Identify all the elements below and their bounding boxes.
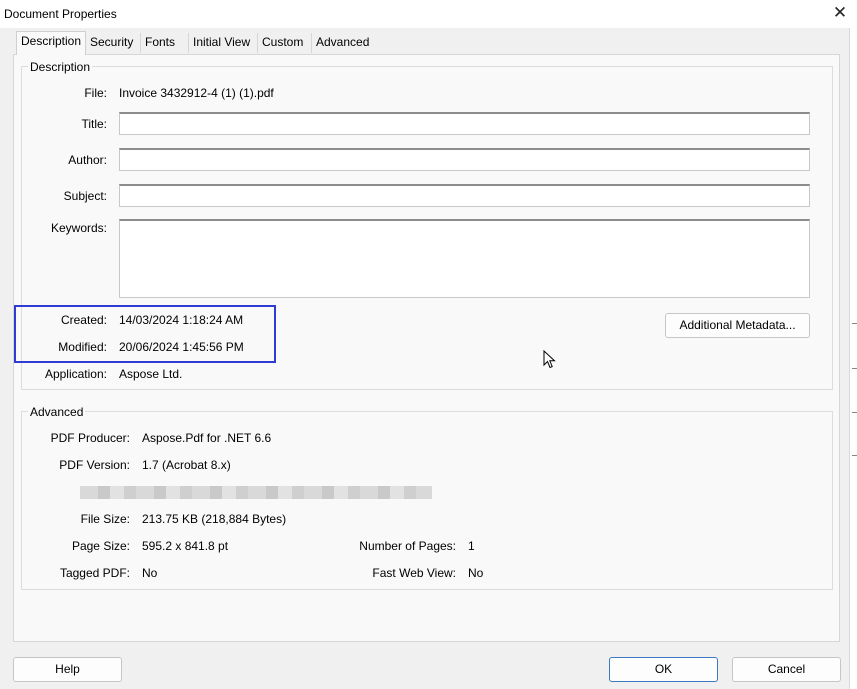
file-size-label: File Size: bbox=[80, 512, 130, 526]
background-window-edge bbox=[849, 28, 857, 689]
keywords-field[interactable] bbox=[119, 219, 810, 298]
fast-web-view-label: Fast Web View: bbox=[372, 566, 456, 580]
tab-advanced[interactable]: Advanced bbox=[312, 33, 374, 53]
cancel-button[interactable]: Cancel bbox=[732, 657, 841, 682]
help-button[interactable]: Help bbox=[13, 657, 122, 682]
subject-label: Subject: bbox=[63, 189, 107, 203]
page-size-label: Page Size: bbox=[71, 539, 130, 553]
close-icon[interactable]: ✕ bbox=[831, 4, 849, 22]
title-label: Title: bbox=[81, 117, 107, 131]
number-of-pages-value: 1 bbox=[468, 539, 475, 553]
tagged-pdf-value: No bbox=[142, 566, 158, 580]
application-value: Aspose Ltd. bbox=[119, 367, 183, 381]
file-label: File: bbox=[84, 86, 107, 100]
description-group-label: Description bbox=[28, 60, 93, 74]
tab-initial-view[interactable]: Initial View bbox=[189, 33, 258, 53]
author-field[interactable] bbox=[119, 148, 810, 171]
edge-mark bbox=[852, 412, 857, 413]
advanced-group-label: Advanced bbox=[28, 405, 86, 419]
pdf-producer-label: PDF Producer: bbox=[50, 431, 130, 445]
highlight-box bbox=[14, 305, 276, 363]
author-label: Author: bbox=[68, 153, 107, 167]
pdf-version-value: 1.7 (Acrobat 8.x) bbox=[142, 458, 231, 472]
application-label: Application: bbox=[44, 367, 107, 381]
number-of-pages-label: Number of Pages: bbox=[359, 539, 456, 553]
subject-field[interactable] bbox=[119, 184, 810, 207]
tab-fonts[interactable]: Fonts bbox=[141, 33, 189, 53]
additional-metadata-button[interactable]: Additional Metadata... bbox=[665, 313, 810, 338]
fast-web-view-value: No bbox=[468, 566, 484, 580]
keywords-label: Keywords: bbox=[50, 221, 107, 235]
window-title: Document Properties bbox=[4, 7, 117, 21]
ok-button[interactable]: OK bbox=[609, 657, 718, 682]
tagged-pdf-label: Tagged PDF: bbox=[59, 566, 130, 580]
mouse-cursor-icon bbox=[543, 350, 556, 369]
edge-mark bbox=[852, 368, 857, 369]
tab-security[interactable]: Security bbox=[86, 33, 141, 53]
pdf-producer-value: Aspose.Pdf for .NET 6.6 bbox=[142, 431, 272, 445]
tab-custom[interactable]: Custom bbox=[258, 33, 312, 53]
tab-description[interactable]: Description bbox=[16, 31, 86, 55]
file-size-value: 213.75 KB (218,884 Bytes) bbox=[142, 512, 287, 526]
edge-mark bbox=[852, 323, 857, 324]
pdf-version-label: PDF Version: bbox=[59, 458, 130, 472]
file-value: Invoice 3432912-4 (1) (1).pdf bbox=[119, 86, 274, 100]
page-size-value: 595.2 x 841.8 pt bbox=[142, 539, 229, 553]
title-bar bbox=[0, 0, 857, 28]
title-field[interactable] bbox=[119, 112, 810, 135]
redacted-location bbox=[80, 486, 432, 499]
edge-mark bbox=[852, 455, 857, 456]
